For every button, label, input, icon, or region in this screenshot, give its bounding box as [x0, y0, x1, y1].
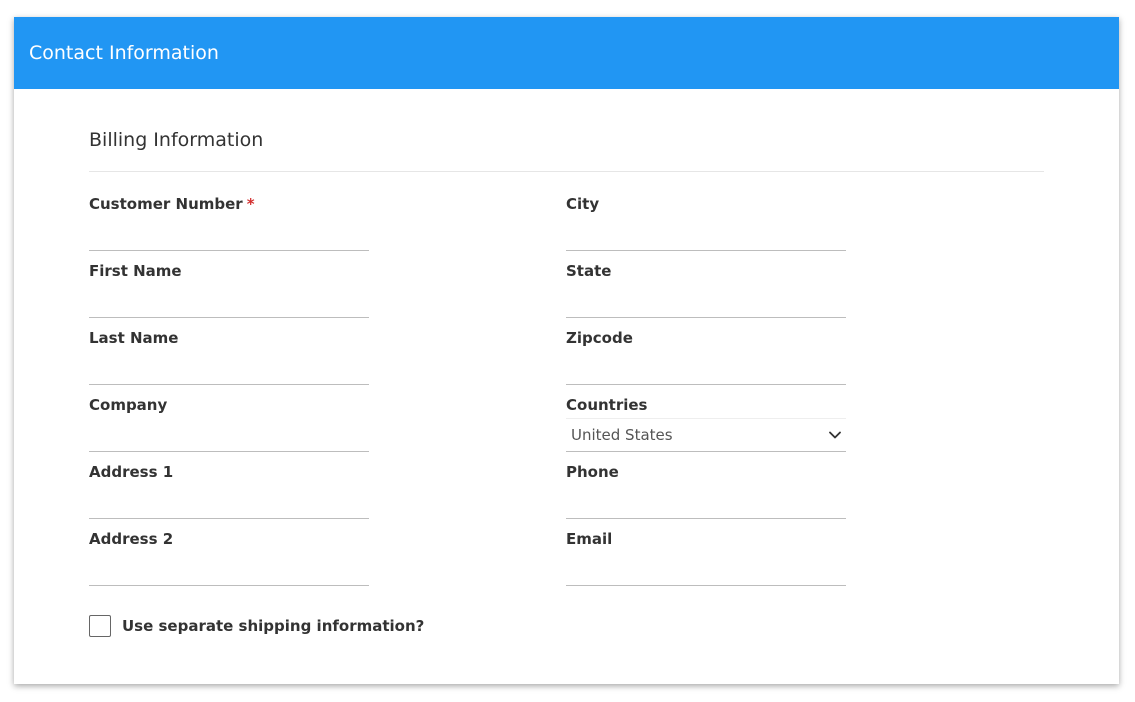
- section-divider: [89, 171, 1044, 172]
- address-2-field: Address 2: [89, 530, 369, 597]
- section-title: Billing Information: [89, 129, 264, 151]
- countries-select[interactable]: United States: [566, 418, 846, 452]
- customer-number-label: Customer Number *: [89, 195, 255, 213]
- countries-selected-value: United States: [571, 426, 673, 444]
- contact-information-card: Contact Information Billing Information …: [14, 17, 1119, 684]
- address-1-input[interactable]: [89, 491, 369, 519]
- zipcode-field: Zipcode: [566, 329, 846, 396]
- customer-number-field: Customer Number *: [89, 195, 369, 262]
- company-input[interactable]: [89, 424, 369, 452]
- email-field: Email: [566, 530, 846, 597]
- zipcode-label: Zipcode: [566, 329, 633, 347]
- first-name-field: First Name: [89, 262, 369, 329]
- countries-field: Countries United States: [566, 396, 846, 463]
- countries-label: Countries: [566, 396, 648, 414]
- state-input[interactable]: [566, 290, 846, 318]
- last-name-input[interactable]: [89, 357, 369, 385]
- phone-field: Phone: [566, 463, 846, 530]
- customer-number-input[interactable]: [89, 223, 369, 251]
- email-input[interactable]: [566, 558, 846, 586]
- shipping-checkbox[interactable]: [89, 615, 111, 637]
- city-input[interactable]: [566, 223, 846, 251]
- phone-label: Phone: [566, 463, 619, 481]
- chevron-down-icon: [828, 428, 842, 442]
- first-name-label: First Name: [89, 262, 182, 280]
- last-name-label: Last Name: [89, 329, 179, 347]
- address-1-field: Address 1: [89, 463, 369, 530]
- state-label: State: [566, 262, 612, 280]
- company-field: Company: [89, 396, 369, 463]
- first-name-input[interactable]: [89, 290, 369, 318]
- address-2-input[interactable]: [89, 558, 369, 586]
- city-field: City: [566, 195, 846, 262]
- card-header: Contact Information: [14, 17, 1119, 89]
- shipping-checkbox-row: Use separate shipping information?: [89, 615, 424, 637]
- shipping-checkbox-label[interactable]: Use separate shipping information?: [122, 617, 424, 635]
- required-marker: *: [246, 195, 255, 213]
- phone-input[interactable]: [566, 491, 846, 519]
- card-title: Contact Information: [29, 42, 219, 64]
- company-label: Company: [89, 396, 168, 414]
- zipcode-input[interactable]: [566, 357, 846, 385]
- email-label: Email: [566, 530, 613, 548]
- address-1-label: Address 1: [89, 463, 174, 481]
- state-field: State: [566, 262, 846, 329]
- address-2-label: Address 2: [89, 530, 174, 548]
- city-label: City: [566, 195, 600, 213]
- last-name-field: Last Name: [89, 329, 369, 396]
